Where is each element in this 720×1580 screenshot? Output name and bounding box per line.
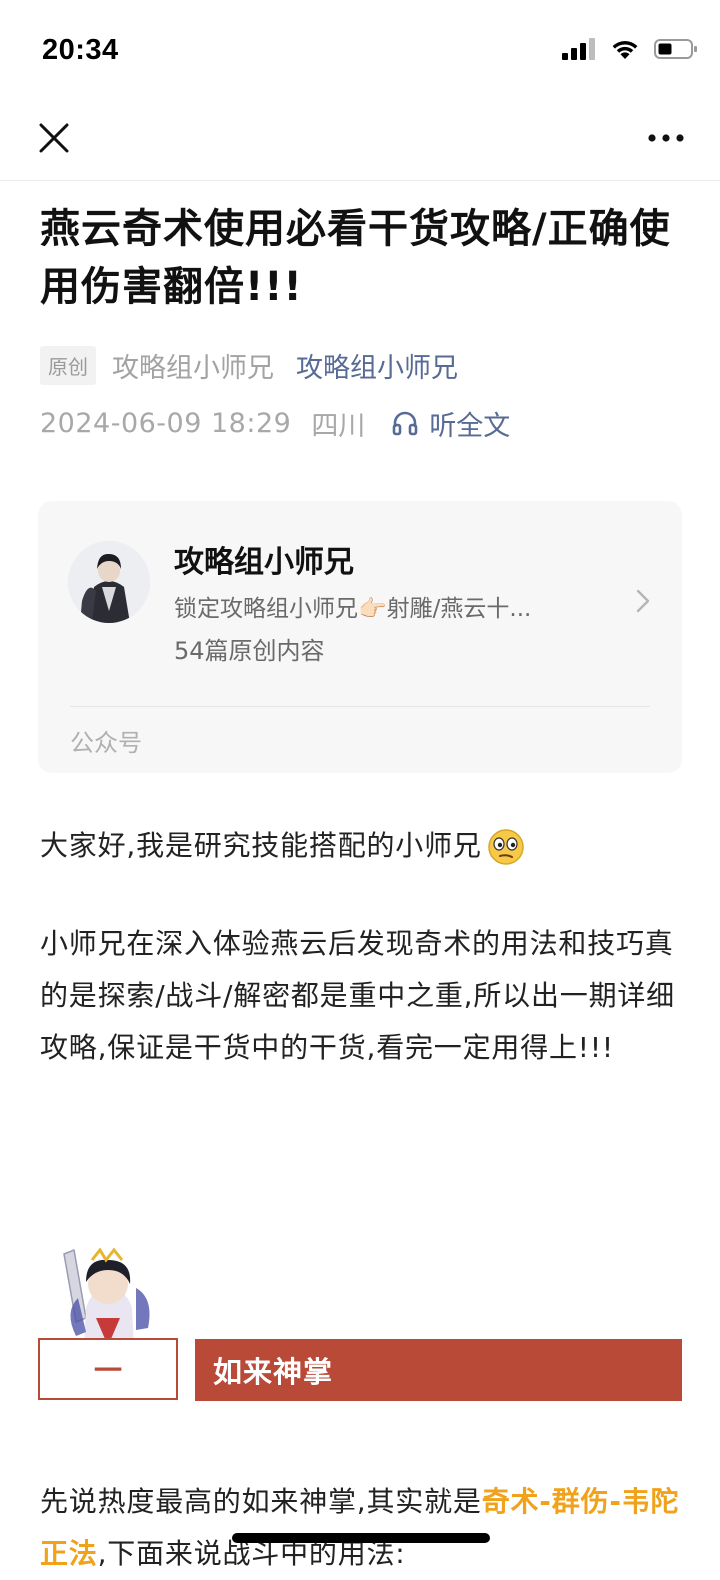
account-type-label: 公众号 xyxy=(70,729,142,757)
detail-text-prefix: 先说热度最高的如来神掌,其实就是 xyxy=(40,1485,482,1518)
battery-icon xyxy=(654,39,697,59)
intro-paragraph: 大家好,我是研究技能搭配的小师兄 xyxy=(40,820,682,872)
thinking-emoji-icon xyxy=(487,829,524,865)
status-time: 20:34 xyxy=(42,34,119,66)
detail-paragraph: 先说热度最高的如来神掌,其实就是奇术-群伤-韦陀正法,下面来说战斗中的用法: xyxy=(40,1476,682,1580)
nav-bar xyxy=(0,100,720,181)
original-tag: 原创 xyxy=(40,345,96,385)
author-row: 原创 攻略组小师兄 攻略组小师兄 xyxy=(40,345,682,385)
section-title: 如来神掌 xyxy=(195,1339,682,1401)
article-header: 燕云奇术使用必看干货攻略/正确使用伤害翻倍!!! 原创 攻略组小师兄 攻略组小师… xyxy=(40,200,682,442)
more-button[interactable] xyxy=(648,124,684,152)
account-card[interactable]: 攻略组小师兄 锁定攻略组小师兄👉🏻射雕/燕云十... 54篇原创内容 公众号 xyxy=(38,501,682,773)
intro-text: 大家好,我是研究技能搭配的小师兄 xyxy=(40,829,482,862)
close-button[interactable] xyxy=(36,120,72,156)
section-number: 一 xyxy=(38,1338,178,1400)
publish-region: 四川 xyxy=(311,410,366,442)
account-name: 攻略组小师兄 xyxy=(174,545,354,580)
chevron-right-icon xyxy=(636,589,650,613)
account-description: 锁定攻略组小师兄👉🏻射雕/燕云十... xyxy=(174,596,532,622)
chibi-character-image xyxy=(63,1248,150,1346)
wifi-icon xyxy=(612,40,638,59)
summary-paragraph: 小师兄在深入体验燕云后发现奇术的用法和技巧真的是探索/战斗/解密都是重中之重,所… xyxy=(40,927,675,1064)
avatar-image xyxy=(68,541,150,623)
card-divider xyxy=(70,706,650,707)
publish-datetime: 2024-06-09 18:29 xyxy=(40,407,292,439)
account-link[interactable]: 攻略组小师兄 xyxy=(296,346,458,385)
listen-label: 听全文 xyxy=(429,410,511,442)
listen-button[interactable]: 听全文 xyxy=(391,404,510,443)
publish-row: 2024-06-09 18:29 四川 听全文 xyxy=(40,404,682,442)
status-bar: 20:34 xyxy=(0,0,720,100)
section-header: 一 如来神掌 xyxy=(38,1248,682,1404)
close-icon xyxy=(39,123,69,153)
article-title: 燕云奇术使用必看干货攻略/正确使用伤害翻倍!!! xyxy=(40,206,671,310)
author-name: 攻略组小师兄 xyxy=(112,352,274,384)
original-count: 54篇原创内容 xyxy=(174,637,325,665)
headphones-icon xyxy=(393,411,418,436)
status-icons xyxy=(562,38,698,60)
more-horizontal-icon xyxy=(648,134,684,142)
avatar xyxy=(68,541,150,623)
cellular-signal-icon xyxy=(562,38,595,60)
account-chevron[interactable] xyxy=(636,589,650,617)
home-indicator[interactable] xyxy=(232,1533,490,1543)
